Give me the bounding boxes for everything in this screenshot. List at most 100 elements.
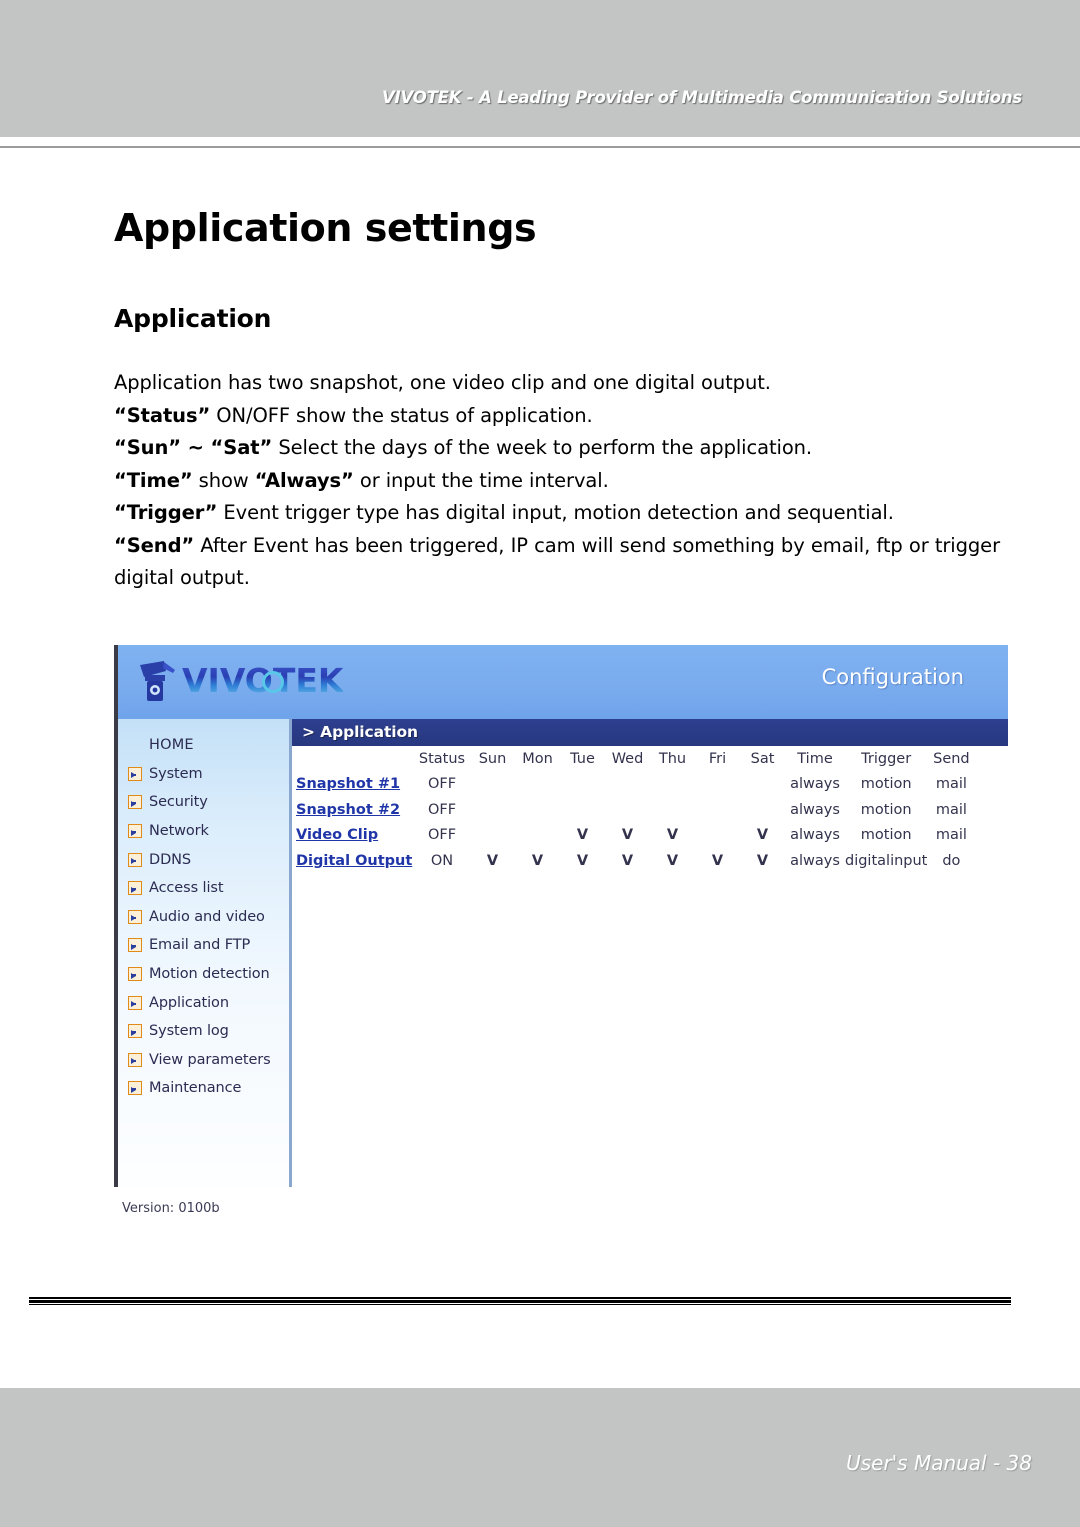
sidebar-item-maintenance[interactable]: Maintenance (118, 1074, 289, 1103)
sidebar-item-access-list[interactable]: Access list (118, 874, 289, 903)
day-cell: V (650, 848, 695, 874)
arrow-bullet-icon (128, 852, 142, 867)
day-cell: V (515, 848, 560, 874)
event-name-cell: Snapshot #2 (292, 797, 414, 823)
day-cell: V (695, 848, 740, 874)
intro-text: Application has two snapshot, one video … (114, 371, 771, 394)
event-name-link[interactable]: Digital Output (296, 853, 412, 869)
day-cell: V (560, 848, 605, 874)
ui-main-panel: > Application Status Sun Mon Tue Wed Thu Fri Sa… (292, 719, 1008, 1187)
time-mid: show (192, 468, 255, 492)
paragraph-send: “Send” After Event has been triggered, I… (114, 530, 1000, 595)
sidebar-item-email-and-ftp[interactable]: Email and FTP (118, 931, 289, 960)
day-cell: V (740, 848, 785, 874)
logo-o-ring (262, 671, 284, 693)
arrow-bullet-icon (128, 795, 142, 810)
column-header-wed: Wed (611, 750, 644, 767)
sidebar-item-view-parameters[interactable]: View parameters (118, 1046, 289, 1075)
column-header-name (292, 746, 414, 772)
sidebar-item-label: Email and FTP (149, 937, 251, 954)
status-cell: OFF (427, 776, 457, 793)
event-name-link[interactable]: Video Clip (296, 827, 378, 843)
event-name-cell: Video Clip (292, 823, 414, 849)
arrow-bullet-icon (128, 766, 142, 781)
sun-sat-term: “Sun” ~ “Sat” (114, 436, 273, 459)
camera-icon (140, 661, 175, 701)
screenshot-inner: VIVOTEK Configuration HOME System Security… (118, 645, 1008, 1216)
check-mark: V (666, 827, 679, 844)
vivotek-logo: VIVOTEK (134, 657, 343, 709)
sidebar-item-label: Audio and video (149, 908, 265, 925)
sidebar-item-system-log[interactable]: System log (118, 1017, 289, 1046)
day-cell: V (560, 823, 605, 849)
document-content: Application settings Application Applica… (114, 160, 1014, 595)
trigger-cell: motion (860, 827, 912, 844)
day-cell (470, 823, 515, 849)
check-mark: V (756, 827, 769, 844)
arrow-bullet-icon (128, 1081, 142, 1096)
sidebar-item-label: Security (149, 794, 208, 811)
paragraph-trigger: “Trigger” Event trigger type has digital… (114, 497, 1014, 530)
time-cell: always (790, 827, 840, 844)
sidebar-item-label: System (149, 765, 203, 782)
event-name-link[interactable]: Snapshot #1 (296, 776, 400, 792)
event-name-link[interactable]: Snapshot #2 (296, 802, 400, 818)
day-cell: V (605, 848, 650, 874)
trigger-term: “Trigger” (114, 501, 218, 524)
time-term: “Time” (114, 468, 193, 492)
breadcrumb-bar: > Application (292, 719, 1008, 746)
status-rest: ON/OFF show the status of application. (210, 403, 593, 427)
column-header-trigger: Trigger (861, 750, 912, 767)
column-header-status: Status (418, 750, 466, 767)
sidebar-item-label: Motion detection (149, 966, 270, 983)
sidebar-item-motion-detection[interactable]: Motion detection (118, 960, 289, 989)
time-cell: always (790, 776, 840, 793)
column-header-time: Time (797, 750, 833, 767)
column-header-sat: Sat (750, 750, 775, 767)
sidebar-item-label: View parameters (149, 1051, 271, 1068)
check-mark: V (531, 852, 544, 869)
day-cell (470, 772, 515, 798)
sidebar-item-home[interactable]: HOME (118, 731, 289, 760)
day-cell (605, 772, 650, 798)
day-cell (470, 797, 515, 823)
check-mark: V (711, 852, 724, 869)
check-mark: V (621, 852, 634, 869)
sidebar-item-network[interactable]: Network (118, 817, 289, 846)
arrow-bullet-icon (128, 995, 142, 1010)
sidebar-item-ddns[interactable]: DDNS (118, 845, 289, 874)
paragraph-intro: Application has two snapshot, one video … (114, 367, 1014, 400)
column-header-fri: Fri (708, 750, 727, 767)
page-header-band (0, 0, 1080, 137)
day-cell (695, 797, 740, 823)
send-cell: mail (935, 827, 967, 844)
send-cell: mail (935, 801, 967, 818)
day-cell: V (740, 823, 785, 849)
ui-sidebar: HOME System Security Network DDNS Access list… (118, 719, 289, 1216)
table-header-row: Status Sun Mon Tue Wed Thu Fri Sat Time Trigger Se… (292, 746, 975, 772)
paragraph-days: “Sun” ~ “Sat” Select the days of the wee… (114, 432, 1014, 465)
table-row: Digital Output ON V V V V V V Valways digitalinpu… (292, 848, 975, 874)
sidebar-item-audio-and-video[interactable]: Audio and video (118, 903, 289, 932)
arrow-bullet-icon (128, 967, 142, 982)
day-cell (515, 823, 560, 849)
sidebar-item-application[interactable]: Application (118, 988, 289, 1017)
application-events-table: Status Sun Mon Tue Wed Thu Fri Sat Time Trigger Se… (292, 746, 975, 874)
day-cell: V (470, 848, 515, 874)
column-header-send: Send (933, 750, 970, 767)
always-term: “Always” (254, 468, 354, 492)
status-cell: OFF (427, 801, 457, 818)
day-cell (560, 797, 605, 823)
page-title: Application settings (114, 206, 537, 250)
sun-sat-rest: Select the days of the week to perform t… (272, 436, 813, 459)
ui-header-bar: VIVOTEK Configuration (118, 645, 1008, 719)
time-cell: always (790, 852, 840, 869)
sidebar-item-security[interactable]: Security (118, 788, 289, 817)
status-cell: ON (430, 852, 454, 869)
footer-divider-rule (29, 1297, 1011, 1306)
arrow-bullet-icon (128, 881, 142, 896)
check-mark: V (666, 852, 679, 869)
trigger-cell: motion (860, 801, 912, 818)
sidebar-item-system[interactable]: System (118, 760, 289, 789)
trigger-rest: Event trigger type has digital input, mo… (217, 501, 894, 524)
